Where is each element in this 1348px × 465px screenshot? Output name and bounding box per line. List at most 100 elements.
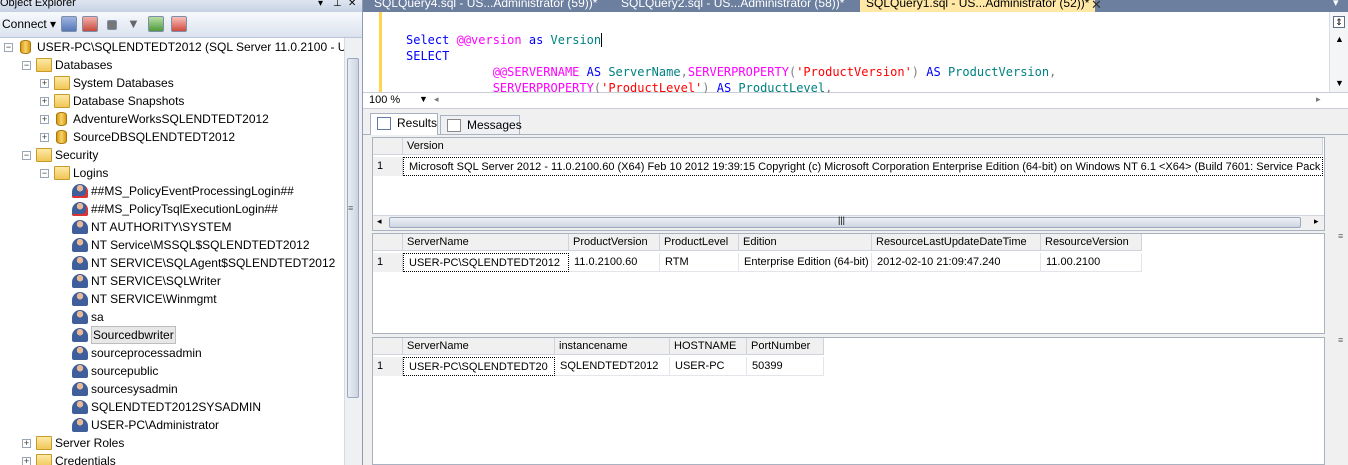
tree-node[interactable]: USER-PC\Administrator	[0, 416, 344, 434]
tree-node[interactable]: − Logins	[0, 164, 344, 182]
zoom-dropdown[interactable]: 100 %	[369, 94, 400, 106]
tree-node[interactable]: + Database Snapshots	[0, 92, 344, 110]
column-header[interactable]: ServerName	[403, 234, 569, 251]
table-cell[interactable]: 2012-02-10 21:09:47.240	[872, 253, 1041, 272]
collapse-icon[interactable]: −	[22, 151, 31, 160]
table-cell[interactable]: 11.0.2100.60	[569, 253, 660, 272]
tree-node[interactable]: + System Databases	[0, 74, 344, 92]
tab-sqlquery2[interactable]: SQLQuery2.sql - US...Administrator (58))…	[615, 0, 850, 12]
expand-icon[interactable]: +	[40, 115, 49, 124]
column-header[interactable]: ResourceLastUpdateDateTime	[872, 234, 1041, 251]
table-cell[interactable]: USER-PC\SQLENDTEDT20	[403, 357, 555, 376]
results-grid-server-properties[interactable]: ServerName ProductVersion ProductLevel Edit…	[372, 233, 1325, 334]
table-cell[interactable]: USER-PC\SQLENDTEDT2012	[403, 253, 569, 272]
table-cell[interactable]: Microsoft SQL Server 2012 - 11.0.2100.60…	[403, 157, 1323, 176]
object-explorer-scrollbar[interactable]: ≡	[344, 38, 362, 465]
tree-node[interactable]: − Databases	[0, 56, 344, 74]
tab-sqlquery1[interactable]: SQLQuery1.sql - US...Administrator (52))…	[860, 0, 1096, 12]
collapse-icon[interactable]: −	[22, 61, 31, 70]
row-number[interactable]: 1	[373, 157, 403, 176]
grid-corner-header[interactable]	[373, 138, 403, 155]
grid-horizontal-scrollbar[interactable]: ◂ ||| ▸	[373, 215, 1324, 230]
tree-node[interactable]: NT AUTHORITY\SYSTEM	[0, 218, 344, 236]
tree-node[interactable]: + AdventureWorksSQLENDTEDT2012	[0, 110, 344, 128]
expand-icon[interactable]: +	[40, 97, 49, 106]
column-header[interactable]: PortNumber	[747, 338, 824, 355]
grid-corner-header[interactable]	[373, 234, 403, 251]
tree-node[interactable]: NT SERVICE\Winmgmt	[0, 290, 344, 308]
tree-node[interactable]: NT Service\MSSQL$SQLENDTEDT2012	[0, 236, 344, 254]
table-cell[interactable]: 11.00.2100	[1041, 253, 1142, 272]
tree-node[interactable]: − Security	[0, 146, 344, 164]
tree-node[interactable]: Sourcedbwriter	[0, 326, 344, 344]
splitter-icon[interactable]: ≡	[1338, 231, 1346, 241]
column-header[interactable]: Edition	[739, 234, 872, 251]
column-header[interactable]: ResourceVersion	[1041, 234, 1142, 251]
collapse-icon[interactable]: −	[4, 43, 13, 52]
scroll-down-icon[interactable]: ▼	[1335, 78, 1344, 88]
split-icon[interactable]: ⇕	[1333, 16, 1345, 28]
tree-node[interactable]: + SourceDBSQLENDTEDT2012	[0, 128, 344, 146]
tree-node[interactable]: ##MS_PolicyEventProcessingLogin##	[0, 182, 344, 200]
expand-icon[interactable]: +	[22, 439, 31, 448]
tree-node[interactable]: sourcepublic	[0, 362, 344, 380]
table-cell[interactable]: 50399	[747, 357, 824, 376]
scroll-left-icon[interactable]: ◂	[434, 94, 439, 105]
table-cell[interactable]: USER-PC	[670, 357, 747, 376]
expand-icon[interactable]: +	[40, 133, 49, 142]
tree-node[interactable]: SQLENDTEDT2012SYSADMIN	[0, 398, 344, 416]
tree-node[interactable]: sa	[0, 308, 344, 326]
filter-icon[interactable]: ▼	[127, 16, 140, 33]
scrollbar-thumb[interactable]	[347, 58, 359, 398]
chevron-down-icon[interactable]: ▼	[419, 94, 428, 104]
results-grid-instance-info[interactable]: ServerName instancename HOSTNAME PortNumber…	[372, 337, 1325, 465]
stop-icon[interactable]	[107, 20, 117, 30]
tree-node[interactable]: ##MS_PolicyTsqlExecutionLogin##	[0, 200, 344, 218]
connect-object-icon[interactable]	[61, 16, 77, 32]
auto-hide-icon[interactable]: ⊥	[333, 0, 342, 9]
tree-node[interactable]: sourcesysadmin	[0, 380, 344, 398]
row-number[interactable]: 1	[373, 357, 403, 376]
scroll-left-icon[interactable]: ◂	[377, 216, 382, 227]
tree-node[interactable]: − USER-PC\SQLENDTEDT2012 (SQL Server 11.0…	[0, 38, 344, 56]
results-grid-version[interactable]: ◂ ||| ▸ Version 1 Microsoft SQL Server 201…	[372, 137, 1325, 231]
sql-code[interactable]: Select @@version as Version SELECT @@SER…	[406, 32, 1056, 96]
table-cell[interactable]: SQLENDTEDT2012	[555, 357, 670, 376]
expand-icon[interactable]: +	[22, 457, 31, 465]
refresh-icon[interactable]	[148, 16, 164, 32]
column-header[interactable]: ServerName	[403, 338, 555, 355]
tree-node[interactable]: NT SERVICE\SQLWriter	[0, 272, 344, 290]
splitter-icon[interactable]: ≡	[1338, 335, 1346, 345]
column-header[interactable]: ProductLevel	[660, 234, 739, 251]
scroll-right-icon[interactable]: ▸	[1316, 94, 1321, 105]
row-number[interactable]: 1	[373, 253, 403, 272]
tree-node[interactable]: sourceprocessadmin	[0, 344, 344, 362]
column-header[interactable]: instancename	[555, 338, 670, 355]
tree-node[interactable]: + Server Roles	[0, 434, 344, 452]
column-header[interactable]: ProductVersion	[569, 234, 660, 251]
connect-button[interactable]: Connect ▾	[2, 16, 56, 33]
query-editor[interactable]: Select @@version as Version SELECT @@SER…	[363, 12, 1348, 96]
tab-results[interactable]: Results	[370, 113, 438, 135]
tree-node-label: Security	[55, 148, 99, 162]
scroll-up-icon[interactable]: ▲	[1335, 34, 1344, 44]
scroll-right-icon[interactable]: ▸	[1314, 216, 1319, 227]
editor-vertical-scrollbar[interactable]: ⇕ ▲ ▼	[1329, 12, 1348, 92]
tab-sqlquery4[interactable]: SQLQuery4.sql - US...Administrator (59))…	[368, 0, 603, 12]
column-header[interactable]: Version	[403, 138, 1323, 155]
tree-node[interactable]: + Credentials	[0, 452, 344, 465]
activity-monitor-icon[interactable]	[171, 16, 187, 32]
expand-icon[interactable]: +	[40, 79, 49, 88]
tab-list-dropdown-icon[interactable]: ▾	[1333, 0, 1339, 9]
tab-messages[interactable]: Messages	[440, 115, 522, 134]
pin-icon[interactable]: ▾	[318, 0, 323, 9]
tree-node-label: NT SERVICE\Winmgmt	[91, 292, 217, 306]
close-icon[interactable]: ✕	[348, 0, 356, 9]
tree-node[interactable]: NT SERVICE\SQLAgent$SQLENDTEDT2012	[0, 254, 344, 272]
collapse-icon[interactable]: −	[40, 169, 49, 178]
grid-corner-header[interactable]	[373, 338, 403, 355]
disconnect-icon[interactable]	[82, 16, 98, 32]
column-header[interactable]: HOSTNAME	[670, 338, 747, 355]
table-cell[interactable]: RTM	[660, 253, 739, 272]
table-cell[interactable]: Enterprise Edition (64-bit)	[739, 253, 872, 272]
